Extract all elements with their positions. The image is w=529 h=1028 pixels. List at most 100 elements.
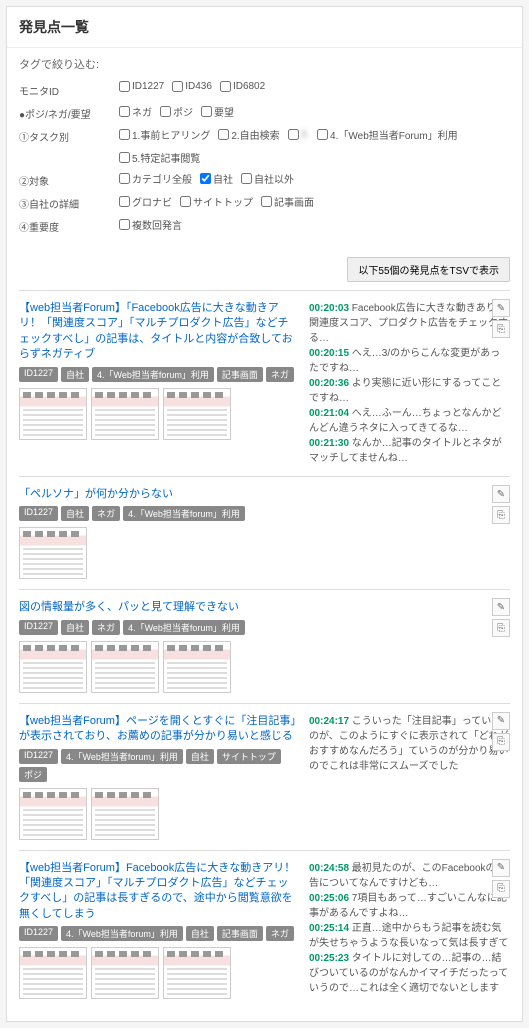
filter-label: ●ポジ/ネガ/要望 — [19, 104, 119, 121]
link-icon[interactable]: ⎘ — [492, 733, 510, 751]
finding-title[interactable]: 「ペルソナ」が何か分からない — [19, 487, 299, 502]
thumbnail[interactable] — [163, 947, 231, 999]
edit-icon[interactable]: ✎ — [492, 299, 510, 317]
timestamp[interactable]: 00:21:30 — [309, 438, 349, 449]
tag[interactable]: 4.「Web担当者forum」利用 — [61, 926, 183, 941]
timestamp[interactable]: 00:20:03 — [309, 303, 349, 314]
thumbnail[interactable] — [163, 641, 231, 693]
transcript: 00:24:17 こういった「注目記事」っていうのが、このようにすぐに表示されて… — [309, 714, 510, 840]
finding-title[interactable]: 【web担当者Forum】ページを開くとすぐに「注目記事」が表示されており、お薦… — [19, 714, 299, 745]
link-icon[interactable]: ⎘ — [492, 619, 510, 637]
tag[interactable]: 4.「Web担当者forum」利用 — [92, 367, 214, 382]
tag[interactable]: ネガ — [266, 926, 294, 941]
tag[interactable]: ID1227 — [19, 926, 58, 941]
filter-checkbox[interactable] — [119, 219, 130, 230]
link-icon[interactable]: ⎘ — [492, 320, 510, 338]
timestamp[interactable]: 00:25:23 — [309, 953, 349, 964]
filter-option[interactable]: ID1227 — [119, 81, 164, 92]
thumbnail[interactable] — [91, 388, 159, 440]
tag[interactable]: 自社 — [61, 367, 89, 382]
timestamp[interactable]: 00:24:58 — [309, 863, 349, 874]
finding-title[interactable]: 【web担当者Forum】Facebook広告に大きな動きアリ！「関連度スコア」… — [19, 861, 299, 923]
filter-checkbox[interactable] — [288, 129, 299, 140]
timestamp[interactable]: 00:24:17 — [309, 716, 349, 727]
filter-checkbox[interactable] — [241, 173, 252, 184]
filter-checkbox[interactable] — [220, 81, 231, 92]
tag[interactable]: 自社 — [61, 506, 89, 521]
thumbnail[interactable] — [19, 527, 87, 579]
transcript — [309, 487, 510, 579]
edit-icon[interactable]: ✎ — [492, 859, 510, 877]
timestamp[interactable]: 00:25:14 — [309, 923, 349, 934]
tag[interactable]: ネガ — [266, 367, 294, 382]
tag[interactable]: ネガ — [92, 620, 120, 635]
filter-checkbox[interactable] — [160, 106, 171, 117]
thumbnail[interactable] — [19, 388, 87, 440]
filter-option[interactable]: ID6802 — [220, 81, 265, 92]
tag[interactable]: 自社 — [186, 926, 214, 941]
tag[interactable]: ID1227 — [19, 506, 58, 521]
filter-checkbox[interactable] — [218, 129, 229, 140]
tag[interactable]: ポジ — [19, 767, 47, 782]
filter-checkbox[interactable] — [119, 152, 130, 163]
tag[interactable]: ID1227 — [19, 620, 58, 635]
filter-option[interactable]: 5.特定記事閲覧 — [119, 150, 200, 165]
tag[interactable]: 記事画面 — [217, 926, 263, 941]
finding-title[interactable]: 図の情報量が多く、パッと見て理解できない — [19, 600, 299, 615]
filter-checkbox[interactable] — [261, 196, 272, 207]
tag[interactable]: 記事画面 — [217, 367, 263, 382]
filter-checkbox[interactable] — [200, 173, 211, 184]
edit-icon[interactable]: ✎ — [492, 485, 510, 503]
filter-checkbox[interactable] — [119, 173, 130, 184]
filter-option[interactable]: ポジ — [160, 104, 193, 119]
filter-checkbox[interactable] — [119, 129, 130, 140]
tag[interactable]: 4.「Web担当者forum」利用 — [61, 749, 183, 764]
tag[interactable]: ID1227 — [19, 367, 58, 382]
export-tsv-button[interactable]: 以下55個の発見点をTSVで表示 — [347, 257, 510, 282]
edit-icon[interactable]: ✎ — [492, 598, 510, 616]
filter-checkbox[interactable] — [119, 106, 130, 117]
filter-option[interactable]: サイトトップ — [180, 194, 253, 209]
timestamp[interactable]: 00:25:06 — [309, 893, 349, 904]
finding-title[interactable]: 【web担当者Forum】「Facebook広告に大きな動きアリ！「関連度スコア… — [19, 301, 299, 363]
filter-option[interactable]: グロナビ — [119, 194, 172, 209]
tag[interactable]: 自社 — [61, 620, 89, 635]
timestamp[interactable]: 00:20:36 — [309, 378, 349, 389]
filter-option[interactable]: 自社 — [200, 171, 233, 186]
filter-checkbox[interactable] — [201, 106, 212, 117]
link-icon[interactable]: ⎘ — [492, 506, 510, 524]
link-icon[interactable]: ⎘ — [492, 880, 510, 898]
filter-option[interactable]: 記事画面 — [261, 194, 314, 209]
filter-option[interactable]: 4.「Web担当者Forum」利用 — [317, 127, 458, 142]
filter-checkbox[interactable] — [317, 129, 328, 140]
tag[interactable]: ID1227 — [19, 749, 58, 764]
timestamp[interactable]: 00:21:04 — [309, 408, 349, 419]
filter-option[interactable]: 要望 — [201, 104, 234, 119]
filter-checkbox[interactable] — [119, 196, 130, 207]
thumbnail[interactable] — [91, 641, 159, 693]
tag[interactable]: サイトトップ — [217, 749, 281, 764]
tag[interactable]: 4.「Web担当者forum」利用 — [123, 620, 245, 635]
thumbnail[interactable] — [163, 388, 231, 440]
thumbnail[interactable] — [91, 788, 159, 840]
timestamp[interactable]: 00:20:15 — [309, 348, 349, 359]
filter-option[interactable]: 複数回発言 — [119, 217, 182, 232]
filter-option[interactable]: 1.事前ヒアリング — [119, 127, 210, 142]
thumbnail[interactable] — [19, 788, 87, 840]
filter-checkbox[interactable] — [180, 196, 191, 207]
filter-option[interactable]: 2.自由検索 — [218, 127, 279, 142]
filter-option[interactable]: カテゴリ全般 — [119, 171, 192, 186]
thumbnail[interactable] — [19, 947, 87, 999]
tag[interactable]: ネガ — [92, 506, 120, 521]
filter-option[interactable]: 3. — [288, 127, 309, 142]
thumbnail[interactable] — [91, 947, 159, 999]
tag[interactable]: 4.「Web担当者forum」利用 — [123, 506, 245, 521]
filter-option[interactable]: ネガ — [119, 104, 152, 119]
tag[interactable]: 自社 — [186, 749, 214, 764]
edit-icon[interactable]: ✎ — [492, 712, 510, 730]
filter-checkbox[interactable] — [172, 81, 183, 92]
filter-checkbox[interactable] — [119, 81, 130, 92]
filter-option[interactable]: ID436 — [172, 81, 212, 92]
filter-option[interactable]: 自社以外 — [241, 171, 294, 186]
thumbnail[interactable] — [19, 641, 87, 693]
